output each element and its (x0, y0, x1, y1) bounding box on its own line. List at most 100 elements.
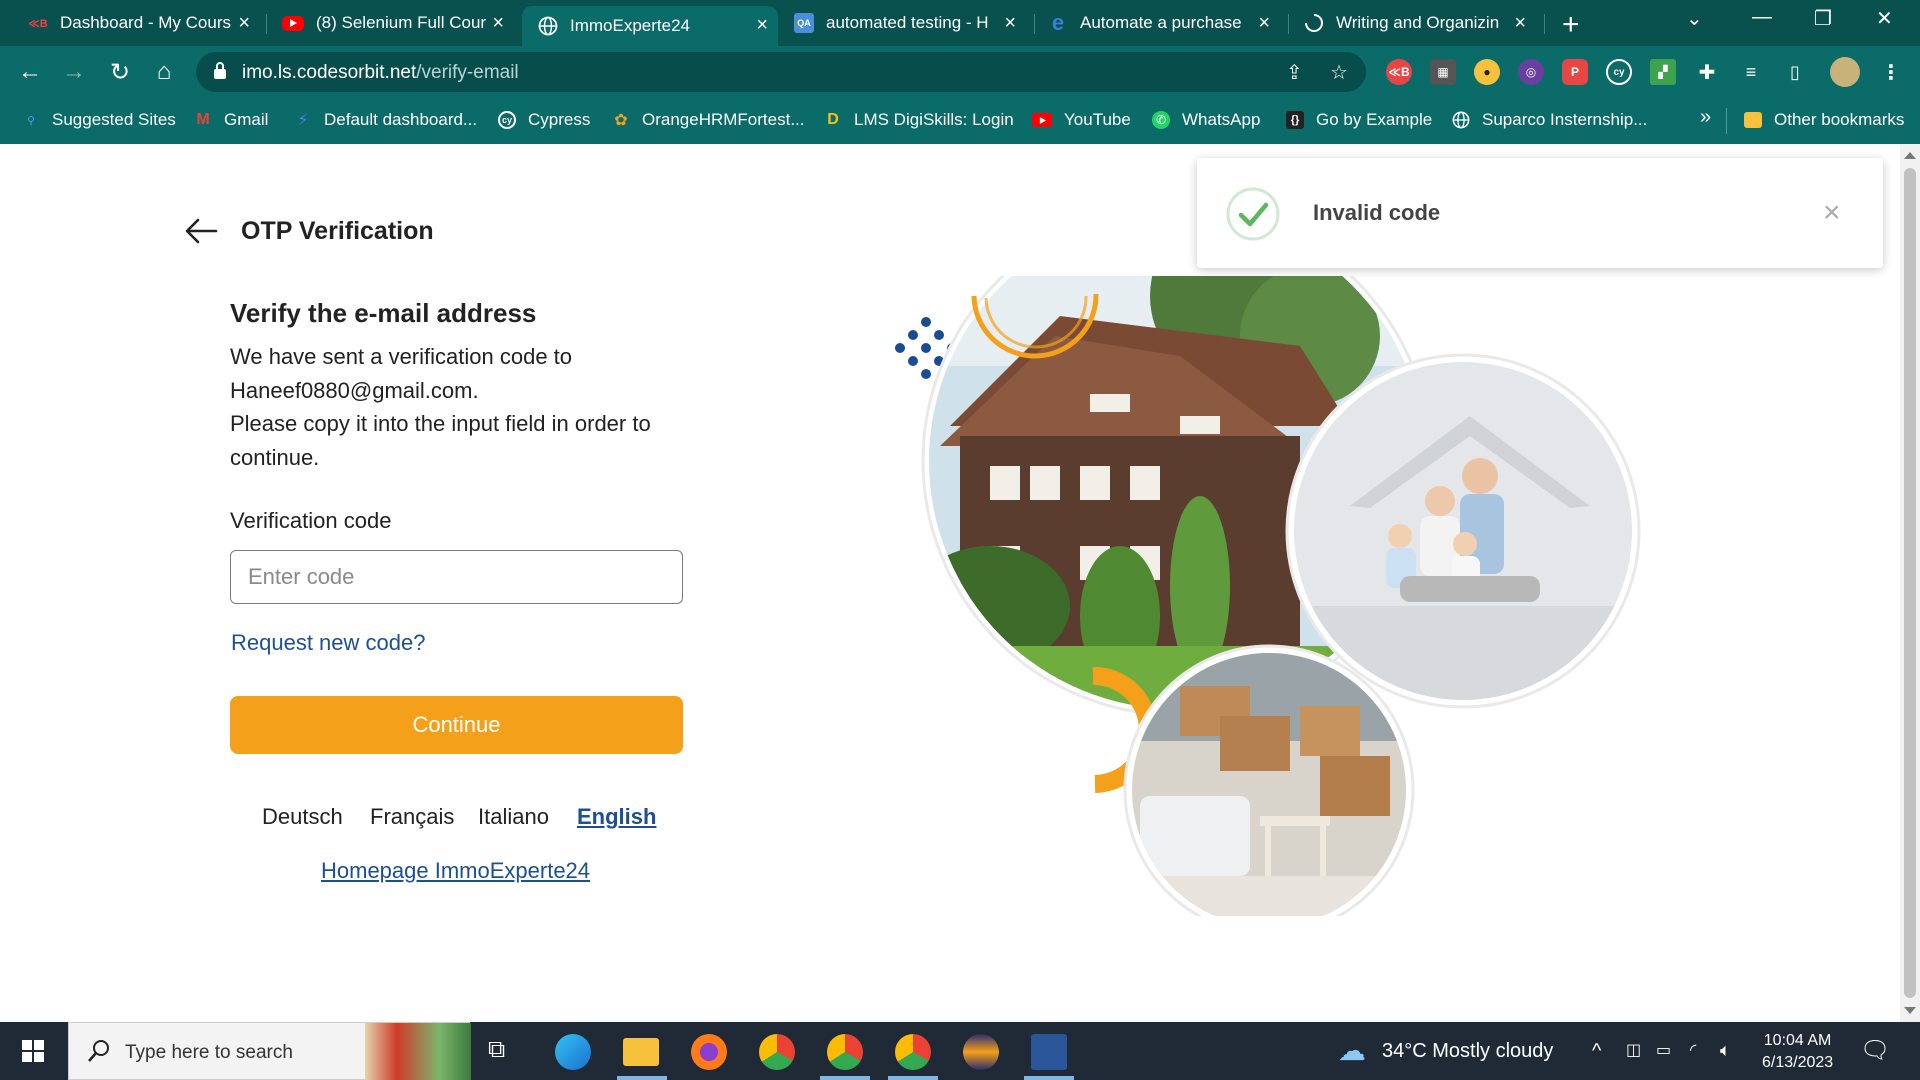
other-bookmarks[interactable]: Other bookmarks (1744, 108, 1904, 132)
bookmark-label: Other bookmarks (1774, 110, 1905, 129)
cypress-extension-icon[interactable]: cy (1606, 59, 1632, 85)
bookmark-whatsapp[interactable]: ✆ WhatsApp (1152, 108, 1260, 132)
share-icon[interactable]: ⇪ (1286, 60, 1303, 85)
desc-line: We have sent a verification code to (230, 344, 573, 369)
tray-chevron-icon[interactable]: ^ (1592, 1040, 1601, 1063)
bookmark-orangehrm[interactable]: ✿ OrangeHRMFortest... (612, 108, 804, 132)
notifications-icon[interactable]: 🗨︎ (1860, 1036, 1890, 1065)
wifi-icon[interactable]: ◜ (1690, 1040, 1696, 1060)
tab-automate-purchase[interactable]: e Automate a purchase × (1048, 6, 1280, 40)
tab-dashboard[interactable]: ≪B Dashboard - My Cours × (28, 6, 260, 40)
bookmark-lms-digiskills[interactable]: D LMS DigiSkills: Login (824, 108, 1013, 132)
tab-title: (8) Selenium Full Cour (316, 13, 487, 32)
clock-time: 10:04 AM (1763, 1032, 1832, 1049)
close-tab-icon[interactable]: × (756, 14, 768, 37)
weather-icon[interactable]: ☁ (1338, 1034, 1366, 1067)
puzzle-extensions-icon[interactable]: ✚ (1694, 59, 1720, 85)
windows-start-icon[interactable] (22, 1040, 44, 1062)
language-italiano[interactable]: Italiano (478, 804, 549, 830)
close-tab-icon[interactable]: × (1258, 12, 1270, 35)
extension-icon[interactable]: ● (1474, 59, 1500, 85)
toast-close-button[interactable]: × (1823, 198, 1841, 228)
back-button[interactable]: ← (14, 56, 46, 88)
verification-code-label: Verification code (230, 508, 392, 533)
taskbar-search[interactable]: Type here to search (68, 1022, 471, 1080)
language-deutsch[interactable]: Deutsch (262, 804, 343, 830)
eclipse-icon[interactable] (963, 1034, 999, 1070)
active-indicator (888, 1076, 938, 1080)
menu-icon[interactable]: ⋮ (1878, 59, 1904, 85)
extension-icon[interactable]: ◎ (1518, 59, 1544, 85)
bookmark-label: WhatsApp (1182, 110, 1261, 129)
close-window-button[interactable]: ✕ (1876, 6, 1893, 31)
close-tab-icon[interactable]: × (238, 12, 250, 35)
file-explorer-icon[interactable] (623, 1038, 659, 1066)
forward-button[interactable]: → (58, 56, 90, 88)
new-tab-button[interactable]: + (1562, 8, 1580, 42)
verification-code-input[interactable] (230, 550, 683, 604)
side-panel-icon[interactable]: ▯ (1782, 59, 1808, 85)
chrome-icon[interactable] (759, 1034, 795, 1070)
scrollbar-thumb[interactable] (1904, 168, 1916, 998)
extension-icon[interactable]: P (1562, 59, 1588, 85)
tab-automated-testing[interactable]: QA automated testing - H × (794, 6, 1026, 40)
homepage-link[interactable]: Homepage ImmoExperte24 (321, 858, 590, 884)
close-tab-icon[interactable]: × (1004, 12, 1016, 35)
toast-message: Invalid code (1313, 200, 1441, 225)
minimize-button[interactable]: — (1752, 6, 1772, 29)
page-title: OTP Verification (241, 217, 434, 245)
language-english[interactable]: English (577, 804, 656, 830)
bookmark-default-dashboard[interactable]: ⚡ Default dashboard... (294, 108, 477, 132)
back-arrow-icon[interactable] (184, 216, 218, 246)
rb-extension-icon[interactable]: ≪B (1386, 59, 1412, 85)
tab-separator (266, 14, 267, 34)
extension-icon[interactable]: ▦ (1430, 59, 1456, 85)
bookmarks-overflow-button[interactable]: » (1700, 106, 1711, 129)
bookmark-suggested-sites[interactable]: ⚲ Suggested Sites (22, 108, 176, 132)
bookmark-star-icon[interactable]: ☆ (1330, 60, 1348, 85)
tab-selenium[interactable]: (8) Selenium Full Cour × (282, 6, 514, 40)
bookmark-youtube[interactable]: YouTube (1032, 108, 1131, 132)
language-francais[interactable]: Français (370, 804, 454, 830)
scroll-up-arrow[interactable] (1904, 152, 1916, 159)
taskbar-clock[interactable]: 10:04 AM 6/13/2023 (1762, 1030, 1833, 1074)
bookmarks-separator (1726, 108, 1727, 134)
search-icon (88, 1040, 109, 1062)
close-tab-icon[interactable]: × (1514, 12, 1526, 35)
tab-strip: ≪B Dashboard - My Cours × (8) Selenium F… (0, 0, 1920, 46)
continue-button[interactable]: Continue (230, 696, 683, 754)
extension-icon[interactable]: ▞ (1650, 59, 1676, 85)
battery-icon[interactable]: ▭ (1656, 1040, 1671, 1060)
page-scrollbar[interactable] (1900, 144, 1920, 1022)
bookmark-go-by-example[interactable]: {} Go by Example (1286, 108, 1432, 132)
home-button[interactable]: ⌂ (148, 56, 180, 88)
chrome-profile-icon[interactable] (895, 1034, 931, 1070)
go-by-example-icon: {} (1286, 111, 1304, 129)
verify-description: We have sent a verification code to Hane… (230, 340, 680, 474)
profile-avatar[interactable] (1830, 57, 1860, 87)
request-new-code-link[interactable]: Request new code? (231, 630, 425, 656)
page-content: OTP Verification Verify the e-mail addre… (0, 144, 1900, 1022)
bookmark-gmail[interactable]: M Gmail (194, 108, 268, 132)
meet-icon[interactable]: ◫ (1626, 1040, 1641, 1060)
tab-writing-organizing[interactable]: Writing and Organizin × (1304, 6, 1536, 40)
restore-button[interactable]: ❐ (1814, 6, 1832, 31)
close-tab-icon[interactable]: × (492, 12, 504, 35)
bookmark-cypress[interactable]: cy Cypress (498, 108, 590, 132)
tab-title: Dashboard - My Cours (60, 13, 232, 32)
address-bar[interactable]: imo.ls.codesorbit.net/verify-email ⇪ ☆ (196, 52, 1366, 92)
task-view-icon[interactable]: ⧉ (488, 1036, 505, 1064)
scroll-down-arrow[interactable] (1904, 1007, 1916, 1014)
url-text: imo.ls.codesorbit.net/verify-email (242, 62, 519, 84)
volume-icon[interactable]: 🔈︎ (1720, 1040, 1731, 1061)
chrome-profile-icon[interactable] (827, 1034, 863, 1070)
word-icon[interactable] (1031, 1034, 1067, 1070)
weather-text[interactable]: 34°C Mostly cloudy (1382, 1040, 1553, 1063)
tab-search-icon[interactable]: ⌄ (1686, 6, 1703, 31)
reading-list-icon[interactable]: ≡ (1738, 59, 1764, 85)
edge-icon[interactable] (555, 1034, 591, 1070)
bookmark-suparco[interactable]: Suparco Insternship... (1452, 108, 1647, 132)
tab-immoexperte24[interactable]: ImmoExperte24 × (522, 6, 778, 46)
firefox-icon[interactable] (691, 1034, 727, 1070)
reload-button[interactable]: ↻ (104, 56, 136, 88)
